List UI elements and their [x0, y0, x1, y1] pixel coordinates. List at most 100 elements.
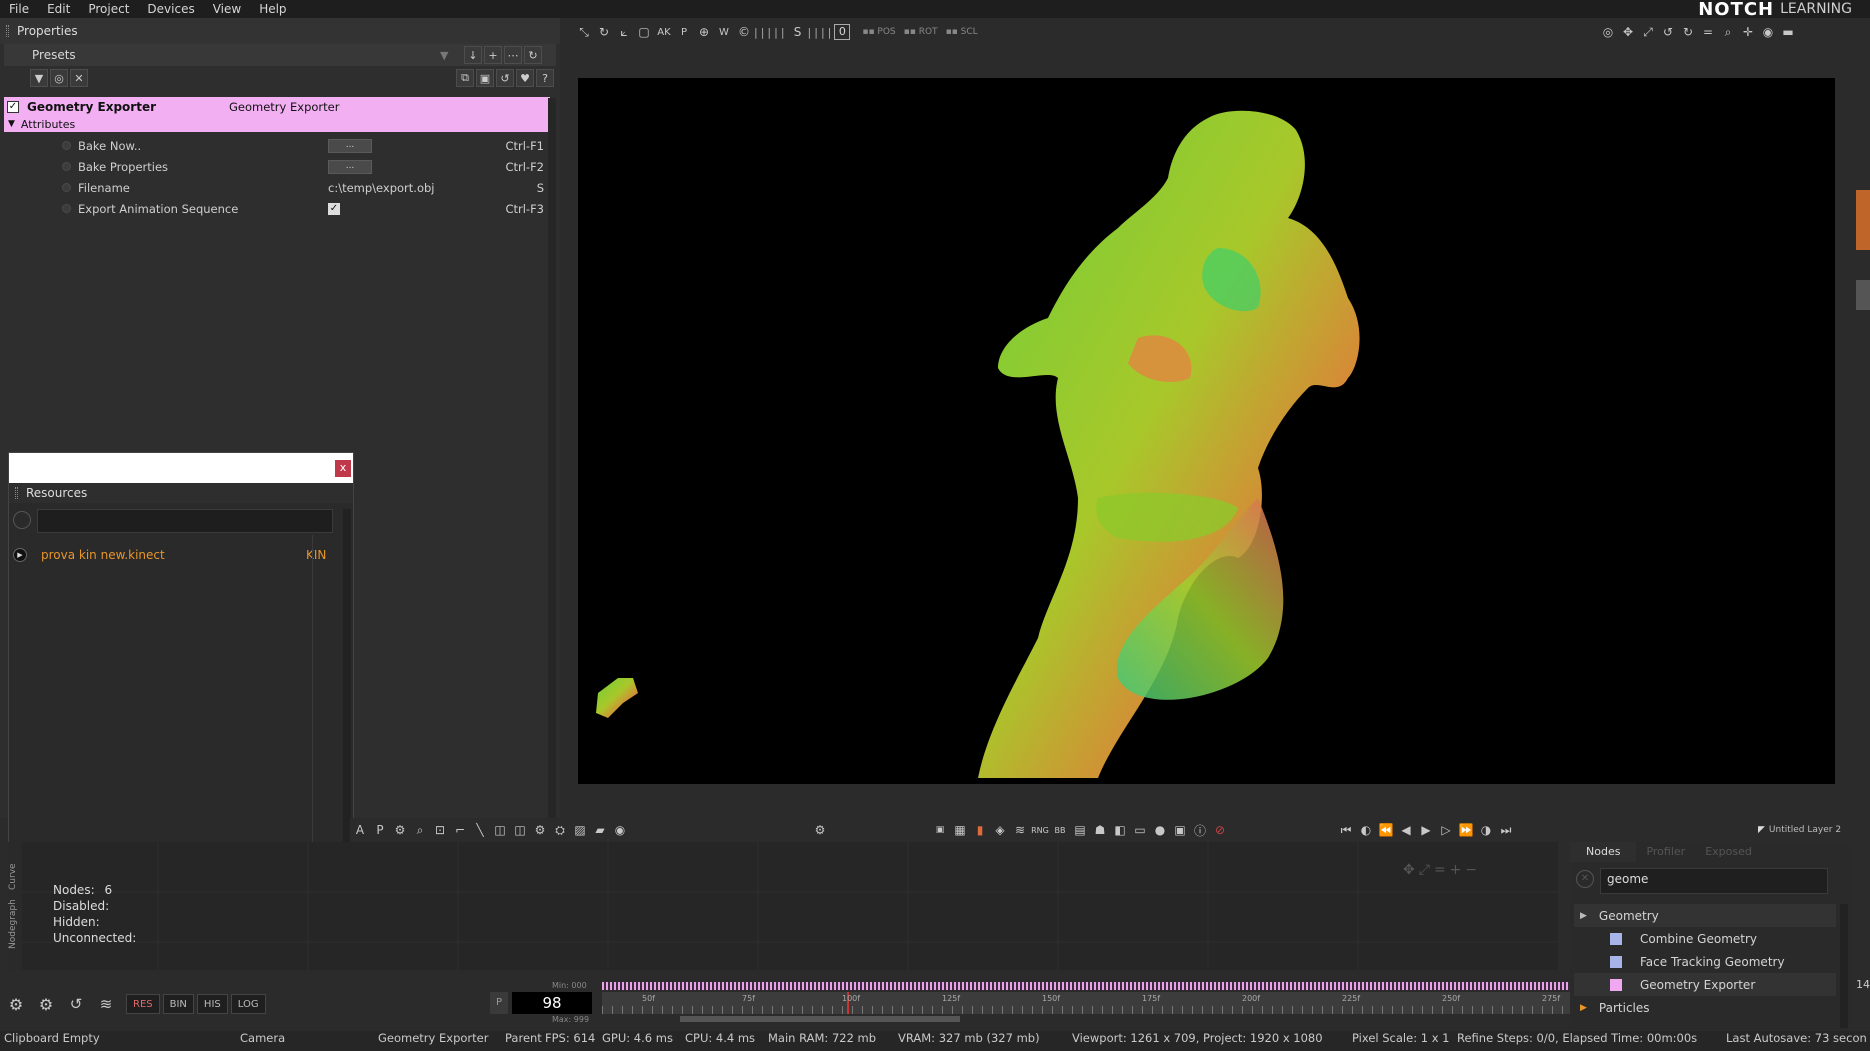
rot-lock-icon[interactable]: ▪▪ ROT [904, 27, 938, 37]
figure-icon[interactable]: ☗ [1090, 820, 1110, 840]
download-icon[interactable]: ↓ [464, 46, 482, 64]
category-geometry[interactable]: ▶ Geometry [1574, 904, 1836, 927]
layers-view-icon[interactable]: ≋ [1010, 820, 1030, 840]
step-forward-icon[interactable]: ▷ [1436, 820, 1456, 840]
pos-lock-icon[interactable]: ▪▪ POS [862, 27, 895, 37]
rotate-tool-icon[interactable]: ↻ [594, 22, 614, 42]
tab-curve[interactable]: Curve [8, 863, 18, 890]
zoom-icon[interactable]: ⌕ [1718, 22, 1738, 42]
fit-graph-icon[interactable]: ⤢ [1419, 862, 1430, 878]
keyframe-dot-icon[interactable] [62, 204, 71, 213]
expand-icon[interactable]: ▶ [1580, 911, 1587, 921]
mesh-icon[interactable]: ▤ [1070, 820, 1090, 840]
line-icon[interactable]: ╲ [470, 820, 490, 840]
tab-nodegraph[interactable]: Nodegraph [8, 899, 18, 949]
res-view-icon[interactable]: ▣ [930, 820, 950, 840]
scale-tool-icon[interactable]: ⟀ [614, 22, 634, 42]
loop-icon[interactable]: ◐ [1356, 820, 1376, 840]
res-button[interactable]: RES [126, 994, 160, 1014]
bin-button[interactable]: BIN [162, 994, 194, 1014]
resource-search-input[interactable] [37, 509, 333, 533]
clear-icon[interactable]: ✕ [70, 69, 88, 87]
redo-view-icon[interactable]: ↻ [1678, 22, 1698, 42]
close-button[interactable]: x [335, 460, 351, 477]
timeline-ruler[interactable]: 50f 75f 100f 125f 150f 175f 200f 225f 25… [602, 992, 1570, 1014]
c-tool-icon[interactable]: © [734, 22, 754, 42]
add-icon[interactable]: + [484, 46, 502, 64]
window-icon[interactable]: ▭ [1130, 820, 1150, 840]
refresh-icon[interactable]: ↺ [66, 994, 86, 1014]
zero-step-value[interactable]: 0 [834, 24, 851, 40]
in-icon[interactable]: ◫ [490, 820, 510, 840]
out-icon[interactable]: ◫ [510, 820, 530, 840]
pan-graph-icon[interactable]: ✥ [1403, 862, 1415, 878]
tab-exposed[interactable]: Exposed [1695, 842, 1762, 862]
timeline-scrollbar[interactable] [680, 1016, 960, 1022]
w-tool-icon[interactable]: W [714, 22, 734, 42]
viewport[interactable] [578, 78, 1835, 784]
rotate-view-icon[interactable]: ↺ [1658, 22, 1678, 42]
tab-profiler[interactable]: Profiler [1636, 842, 1695, 862]
gear-node-icon[interactable]: ⚙ [530, 820, 550, 840]
menu-devices[interactable]: Devices [138, 2, 203, 16]
fit-icon[interactable]: ⤢ [1638, 22, 1658, 42]
resources-titlebar[interactable]: x [9, 453, 353, 483]
bake-properties-button[interactable]: ... [328, 159, 372, 174]
category-particles[interactable]: ▶ Particles [1574, 996, 1836, 1019]
panel-grip[interactable] [15, 487, 18, 499]
grid-step-icons[interactable]: ||||| [754, 26, 788, 39]
nodegraph-area[interactable]: Nodegraph Curve Nodes: 6 Disabled: Hidde… [8, 842, 1558, 970]
zoom-in-graph-icon[interactable]: + [1450, 862, 1462, 878]
scl-lock-icon[interactable]: ▪▪ SCL [946, 27, 978, 37]
panel-grip[interactable] [6, 25, 9, 37]
node-item-combine-geometry[interactable]: Combine Geometry [1574, 927, 1836, 950]
settings-icon[interactable]: ⚙ [6, 994, 26, 1014]
timeline-p-button[interactable]: P [490, 992, 508, 1014]
help-icon[interactable]: ? [536, 69, 554, 87]
camera-icon[interactable]: ◉ [1758, 22, 1778, 42]
layer-name[interactable]: Untitled Layer 2 [1769, 825, 1841, 835]
grid-step-icons[interactable]: |||| [808, 26, 835, 39]
menu-help[interactable]: Help [250, 2, 295, 16]
move-icon[interactable]: ✥ [1618, 22, 1638, 42]
record-icon[interactable]: ◉ [610, 820, 630, 840]
keyframe-dot-icon[interactable] [62, 141, 71, 150]
expand-icon[interactable]: ▶ [1580, 1003, 1587, 1013]
display-icon[interactable]: ▣ [1170, 820, 1190, 840]
ak-tool-icon[interactable]: AK [654, 22, 674, 42]
viewport-settings-icon[interactable]: ⚙ [810, 820, 830, 840]
loop-end-icon[interactable]: ◑ [1476, 820, 1496, 840]
pan-icon[interactable]: ✛ [1738, 22, 1758, 42]
p-icon[interactable]: P [370, 820, 390, 840]
presets-dropdown-icon[interactable]: ▼ [440, 49, 448, 62]
tab-nodes[interactable]: Nodes [1570, 842, 1637, 862]
node-item-geometry-exporter[interactable]: Geometry Exporter [1574, 973, 1836, 996]
clear-search-icon[interactable]: ✕ [1576, 870, 1594, 888]
rng-icon[interactable]: RNG [1030, 820, 1050, 840]
play-icon[interactable]: ▶ [13, 548, 27, 562]
menu-project[interactable]: Project [79, 2, 138, 16]
export-sequence-checkbox[interactable]: ✓ [328, 202, 340, 215]
a-icon[interactable]: A [350, 820, 370, 840]
waveform-icon[interactable]: ≋ [96, 994, 116, 1014]
group-icon[interactable]: ⛭ [550, 820, 570, 840]
his-button[interactable]: HIS [196, 994, 228, 1014]
collapse-icon[interactable]: ▼ [8, 119, 15, 129]
menu-edit[interactable]: Edit [38, 2, 79, 16]
settings-plus-icon[interactable]: ⚙ [36, 994, 56, 1014]
log-button[interactable]: LOG [230, 994, 266, 1014]
search-small-icon[interactable]: ⌕ [410, 820, 430, 840]
bake-now-button[interactable]: ... [328, 138, 372, 153]
undo-icon[interactable]: ↺ [496, 69, 514, 87]
snap-step-value[interactable]: S [788, 22, 808, 42]
zoom-box-icon[interactable]: ⊡ [430, 820, 450, 840]
filename-field[interactable]: c:\temp\export.obj [328, 181, 508, 195]
equals-icon[interactable]: = [1698, 22, 1718, 42]
cube-view-icon[interactable]: ◈ [990, 820, 1010, 840]
keyframe-dot-icon[interactable] [62, 162, 71, 171]
resource-item[interactable]: ▶ prova kin new.kinect KIN [13, 545, 343, 565]
skip-start-icon[interactable]: ⏮ [1336, 820, 1356, 840]
keyframe-dot-icon[interactable] [62, 183, 71, 192]
chart-icon[interactable]: ▰ [590, 820, 610, 840]
filter-icon[interactable]: ▼ [30, 69, 48, 87]
